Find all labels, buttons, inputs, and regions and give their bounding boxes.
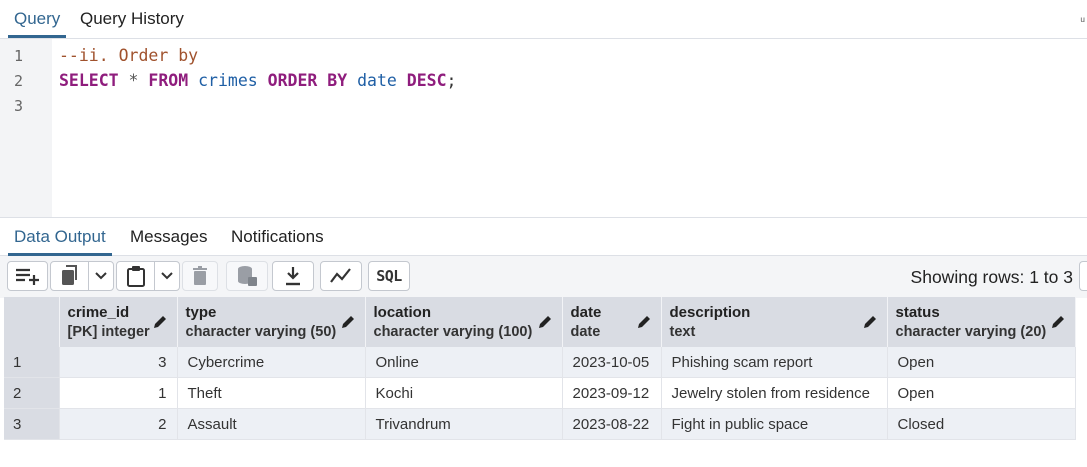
overflow-indicator: ᵘ bbox=[1080, 14, 1085, 28]
cell-status[interactable]: Open bbox=[887, 377, 1076, 409]
table-row[interactable]: 3 2 Assault Trivandrum 2023-08-22 Fight … bbox=[4, 408, 1076, 440]
edit-pencil-icon[interactable] bbox=[637, 315, 651, 334]
save-data-icon bbox=[236, 265, 258, 287]
line-number: 3 bbox=[14, 97, 24, 115]
sql-editor[interactable]: 1 2 3 --ii. Order by SELECT * FROM crime… bbox=[0, 39, 1087, 218]
row-count-label: Showing rows: 1 to 3 bbox=[910, 267, 1073, 287]
cell-type[interactable]: Assault bbox=[177, 408, 366, 440]
cell-crime-id[interactable]: 3 bbox=[59, 347, 178, 378]
sql-icon: SQL bbox=[376, 267, 402, 285]
paste-icon bbox=[126, 265, 146, 287]
column-name: description bbox=[669, 304, 751, 321]
column-header-type[interactable]: type character varying (50) bbox=[177, 297, 366, 347]
edit-pencil-icon[interactable] bbox=[863, 315, 877, 334]
edit-pencil-icon[interactable] bbox=[1051, 315, 1065, 334]
paste-options-dropdown[interactable] bbox=[154, 261, 180, 291]
column-header-description[interactable]: description text bbox=[661, 297, 888, 347]
cell-crime-id[interactable]: 1 bbox=[59, 377, 178, 409]
tab-notifications[interactable]: Notifications bbox=[231, 218, 324, 255]
column-header-status[interactable]: status character varying (20) bbox=[887, 297, 1076, 347]
cell-description[interactable]: Phishing scam report bbox=[661, 347, 888, 378]
pagination-control[interactable] bbox=[1079, 261, 1087, 291]
keyword-select: SELECT bbox=[59, 71, 119, 90]
wildcard: * bbox=[128, 71, 139, 90]
cell-type[interactable]: Cybercrime bbox=[177, 347, 366, 378]
cell-type[interactable]: Theft bbox=[177, 377, 366, 409]
column-header-location[interactable]: location character varying (100) bbox=[365, 297, 563, 347]
edit-pencil-icon[interactable] bbox=[153, 315, 167, 334]
cell-status[interactable]: Open bbox=[887, 347, 1076, 378]
add-row-icon bbox=[15, 266, 41, 286]
column-name: location bbox=[373, 304, 432, 321]
code-line-2[interactable]: SELECT * FROM crimes ORDER BY date DESC; bbox=[59, 71, 456, 90]
delete-button[interactable] bbox=[182, 261, 218, 291]
table-row[interactable]: 2 1 Theft Kochi 2023-09-12 Jewelry stole… bbox=[4, 377, 1076, 409]
graph-visualiser-button[interactable] bbox=[320, 261, 362, 291]
chevron-down-icon bbox=[94, 271, 108, 281]
download-icon bbox=[284, 266, 302, 286]
column-type: text bbox=[669, 324, 696, 340]
download-button[interactable] bbox=[272, 261, 314, 291]
save-data-button[interactable] bbox=[226, 261, 268, 291]
delete-icon bbox=[192, 266, 208, 286]
grid-corner bbox=[4, 297, 60, 347]
cell-crime-id[interactable]: 2 bbox=[59, 408, 178, 440]
cell-date[interactable]: 2023-10-05 bbox=[562, 347, 662, 378]
paste-button[interactable] bbox=[116, 261, 155, 291]
row-number[interactable]: 3 bbox=[4, 408, 60, 440]
sql-button[interactable]: SQL bbox=[368, 261, 410, 291]
copy-icon bbox=[60, 265, 80, 287]
column-name: status bbox=[895, 304, 940, 321]
cell-date[interactable]: 2023-09-12 bbox=[562, 377, 662, 409]
keyword-order-by: ORDER BY bbox=[267, 71, 348, 90]
cell-date[interactable]: 2023-08-22 bbox=[562, 408, 662, 440]
cell-description[interactable]: Jewelry stolen from residence bbox=[661, 377, 888, 409]
keyword-from: FROM bbox=[148, 71, 189, 90]
sql-comment: --ii. Order by bbox=[59, 46, 199, 65]
graph-icon bbox=[330, 268, 352, 284]
tab-query-history[interactable]: Query History bbox=[80, 0, 184, 37]
cell-location[interactable]: Trivandrum bbox=[365, 408, 563, 440]
column-name: date bbox=[570, 304, 602, 321]
cell-location[interactable]: Kochi bbox=[365, 377, 563, 409]
line-number: 1 bbox=[14, 47, 24, 65]
tab-query[interactable]: Query bbox=[7, 0, 67, 38]
edit-pencil-icon[interactable] bbox=[341, 315, 355, 334]
column-name: type bbox=[185, 304, 217, 321]
code-line-1[interactable]: --ii. Order by bbox=[59, 46, 198, 65]
table-row[interactable]: 1 3 Cybercrime Online 2023-10-05 Phishin… bbox=[4, 347, 1076, 378]
table-name: crimes bbox=[198, 71, 258, 90]
chevron-down-icon bbox=[160, 271, 174, 281]
column-type: character varying (50) bbox=[185, 324, 337, 340]
query-tabs: Query Query History ᵘ bbox=[0, 0, 1087, 39]
column-type: character varying (20) bbox=[895, 324, 1047, 340]
result-tabs: Data Output Messages Notifications bbox=[0, 218, 1087, 256]
keyword-desc: DESC bbox=[406, 71, 447, 90]
row-number[interactable]: 1 bbox=[4, 347, 60, 378]
column-name: crime_id bbox=[67, 304, 130, 321]
line-number-gutter: 1 2 3 bbox=[0, 39, 52, 217]
add-row-button[interactable] bbox=[7, 261, 48, 291]
column-type: character varying (100) bbox=[373, 324, 533, 340]
copy-button[interactable] bbox=[50, 261, 89, 291]
column-header-crime-id[interactable]: crime_id [PK] integer bbox=[59, 297, 178, 347]
results-toolbar: SQL Showing rows: 1 to 3 bbox=[0, 256, 1087, 298]
semicolon: ; bbox=[446, 71, 457, 90]
results-grid: crime_id [PK] integer type character var… bbox=[4, 297, 1076, 440]
copy-options-dropdown[interactable] bbox=[88, 261, 114, 291]
cell-location[interactable]: Online bbox=[365, 347, 563, 378]
tab-data-output[interactable]: Data Output bbox=[8, 218, 112, 256]
column-name: date bbox=[357, 71, 397, 90]
cell-description[interactable]: Fight in public space bbox=[661, 408, 888, 440]
column-type: [PK] integer bbox=[67, 324, 150, 340]
line-number: 2 bbox=[14, 72, 24, 90]
tab-messages[interactable]: Messages bbox=[130, 218, 207, 255]
cell-status[interactable]: Closed bbox=[887, 408, 1076, 440]
column-type: date bbox=[570, 324, 601, 340]
row-number[interactable]: 2 bbox=[4, 377, 60, 409]
edit-pencil-icon[interactable] bbox=[538, 315, 552, 334]
column-header-date[interactable]: date date bbox=[562, 297, 662, 347]
